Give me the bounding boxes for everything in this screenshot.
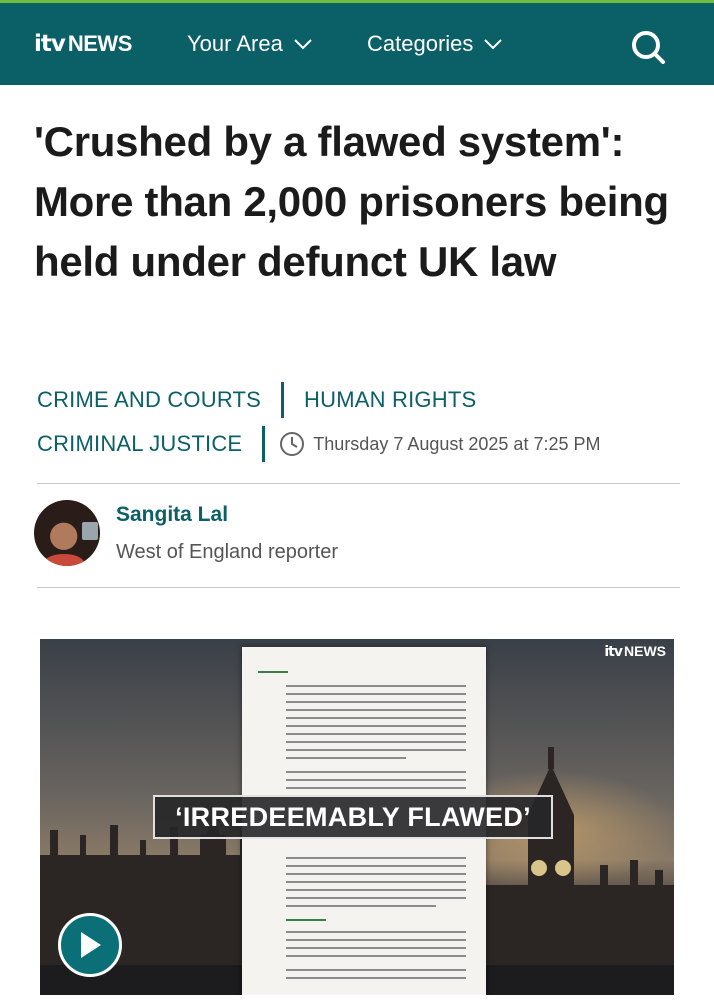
tag-divider: [281, 382, 285, 418]
tag-criminal-justice[interactable]: CRIMINAL JUSTICE: [37, 431, 242, 457]
nav-categories-label: Categories: [367, 31, 474, 56]
logo-itv: itv: [34, 31, 66, 57]
divider: [37, 587, 680, 588]
author-text: Sangita Lal West of England reporter: [116, 503, 338, 564]
tag-divider: [262, 426, 266, 462]
search-icon[interactable]: [630, 29, 666, 65]
tag-row: CRIME AND COURTS HUMAN RIGHTS: [37, 378, 677, 422]
avatar-shoulder: [44, 554, 84, 566]
tag-row: CRIMINAL JUSTICE Thursday 7 August 2025 …: [37, 422, 677, 466]
itv-news-logo[interactable]: itv NEWS: [34, 31, 132, 57]
play-icon: [81, 932, 101, 958]
video-caption-banner: ‘IRREDEEMABLY FLAWED’: [153, 795, 553, 839]
avatar-background-screen: [82, 522, 98, 540]
article-tags: CRIME AND COURTS HUMAN RIGHTS CRIMINAL J…: [37, 378, 677, 466]
author-name[interactable]: Sangita Lal: [116, 503, 338, 527]
nav-your-area[interactable]: Your Area: [187, 31, 313, 57]
nav-your-area-label: Your Area: [187, 31, 283, 56]
chevron-down-icon: [484, 39, 503, 50]
video-logo-itv: itv: [604, 644, 623, 660]
publish-date-text: Thursday 7 August 2025 at 7:25 PM: [313, 433, 601, 454]
author-block: Sangita Lal West of England reporter: [34, 500, 338, 566]
video-player[interactable]: itv NEWS ‘IRREDEEMABLY FLAWED’: [40, 639, 674, 995]
site-header: itv NEWS Your Area Categories: [0, 3, 714, 85]
chevron-down-icon: [294, 39, 312, 50]
publish-date: Thursday 7 August 2025 at 7:25 PM: [279, 431, 600, 457]
logo-news: NEWS: [67, 31, 133, 56]
nav-categories[interactable]: Categories: [367, 31, 503, 57]
clock-icon: [280, 432, 305, 456]
video-logo-news: NEWS: [624, 643, 666, 659]
video-itv-news-logo: itv NEWS: [604, 643, 666, 660]
author-role: West of England reporter: [116, 540, 338, 563]
article-headline: 'Crushed by a flawed system': More than …: [34, 118, 669, 285]
play-button[interactable]: [58, 913, 122, 977]
tag-human-rights[interactable]: HUMAN RIGHTS: [304, 387, 476, 413]
tag-crime-and-courts[interactable]: CRIME AND COURTS: [37, 387, 261, 413]
divider: [37, 483, 680, 484]
avatar[interactable]: [34, 500, 100, 566]
